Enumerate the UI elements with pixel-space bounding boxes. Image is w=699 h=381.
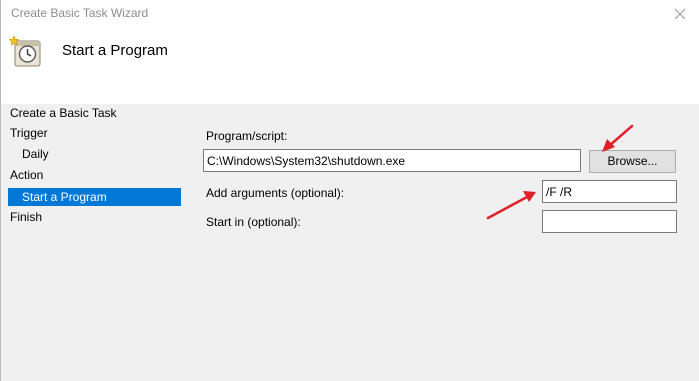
title-bar: Create Basic Task Wizard <box>1 0 699 28</box>
close-icon <box>674 8 686 20</box>
nav-step-start-a-program[interactable]: Start a Program <box>8 188 181 206</box>
start-in-label: Start in (optional): <box>206 215 301 229</box>
add-arguments-label: Add arguments (optional): <box>206 186 345 200</box>
nav-step-daily[interactable]: Daily <box>22 145 49 163</box>
nav-step-create-basic-task[interactable]: Create a Basic Task <box>10 104 117 122</box>
wizard-steps-nav: Create a Basic Task Trigger Daily Action… <box>1 104 186 381</box>
add-arguments-input[interactable] <box>542 180 677 203</box>
browse-button[interactable]: Browse... <box>589 150 676 173</box>
content-panel: Create a Basic Task Trigger Daily Action… <box>1 104 699 381</box>
wizard-header: Start a Program <box>1 28 699 104</box>
nav-step-finish[interactable]: Finish <box>10 208 42 226</box>
program-script-input[interactable] <box>203 149 581 172</box>
wizard-window: Create Basic Task Wizard Start a Program… <box>0 0 699 381</box>
program-script-label: Program/script: <box>206 129 288 143</box>
close-button[interactable] <box>665 3 695 25</box>
task-scheduler-clock-icon <box>9 35 41 67</box>
start-in-input[interactable] <box>542 210 677 233</box>
window-title: Create Basic Task Wizard <box>11 6 149 20</box>
nav-step-action[interactable]: Action <box>10 166 43 184</box>
page-title: Start a Program <box>62 42 168 59</box>
nav-step-trigger[interactable]: Trigger <box>10 124 48 142</box>
